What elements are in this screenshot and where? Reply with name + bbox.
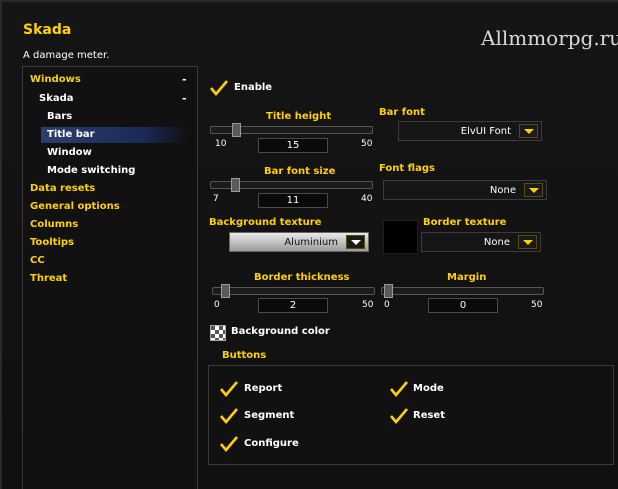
bar-font-dropdown[interactable]: ElvUI Font (398, 121, 542, 141)
tree-label: General options (30, 201, 120, 212)
tree-label: Skada (39, 93, 74, 104)
segment-label: Segment (244, 410, 295, 421)
checkmark-icon (390, 381, 408, 398)
tree-item-mode-switching[interactable]: Mode switching (47, 163, 187, 179)
dropdown-value: Aluminium (284, 237, 338, 248)
background-texture-dropdown[interactable]: Aluminium (229, 232, 369, 252)
font-flags-dropdown[interactable]: None (383, 180, 547, 200)
tree-label: CC (30, 255, 45, 266)
tree-label: Window (47, 147, 92, 158)
slider-thumb[interactable] (231, 178, 241, 192)
bar-font-size-input[interactable]: 11 (258, 193, 328, 208)
checkmark-icon (390, 408, 408, 425)
bar-font-label: Bar font (379, 107, 425, 118)
tree-item-window[interactable]: Window (47, 145, 187, 161)
dropdown-arrow-icon[interactable] (524, 183, 543, 197)
slider-min: 7 (213, 194, 219, 204)
tree-item-columns[interactable]: Columns (30, 217, 190, 233)
tree-label: Columns (30, 219, 79, 230)
dropdown-arrow-icon[interactable] (518, 235, 537, 249)
background-color-label: Background color (231, 326, 330, 337)
configure-checkbox[interactable] (220, 436, 238, 453)
dropdown-value: ElvUI Font (460, 126, 511, 137)
dropdown-value: None (489, 185, 516, 196)
border-thickness-slider[interactable] (212, 284, 375, 298)
background-color-swatch[interactable] (210, 325, 226, 341)
options-tree: Windows - Skada - Bars Title bar Window … (22, 66, 198, 489)
border-thickness-input[interactable]: 2 (258, 298, 328, 313)
mode-label: Mode (413, 383, 444, 394)
slider-thumb[interactable] (384, 284, 393, 298)
segment-checkbox[interactable] (220, 408, 238, 425)
checkmark-icon (220, 408, 238, 425)
border-texture-dropdown[interactable]: None (421, 232, 541, 252)
slider-min: 10 (215, 139, 227, 149)
configure-label: Configure (244, 438, 299, 449)
bar-font-size-label: Bar font size (264, 166, 336, 177)
slider-min: 0 (214, 300, 220, 310)
tree-label: Threat (30, 273, 68, 284)
border-texture-label: Border texture (423, 217, 507, 228)
reset-label: Reset (413, 410, 445, 421)
tree-item-skada[interactable]: Skada (39, 91, 189, 107)
collapse-windows-icon[interactable]: - (182, 73, 187, 86)
border-thickness-label: Border thickness (254, 272, 350, 283)
tree-item-title-bar[interactable]: Title bar (41, 127, 187, 143)
slider-max: 50 (362, 300, 374, 310)
enable-checkbox[interactable] (210, 80, 228, 97)
background-texture-label: Background texture (209, 217, 322, 228)
title-height-label: Title height (266, 111, 332, 122)
addon-title: Skada (23, 22, 72, 38)
dropdown-arrow-icon[interactable] (519, 124, 538, 138)
watermark: Allmmorpg.ru (481, 26, 618, 50)
tree-label: Bars (47, 111, 73, 122)
tree-label: Title bar (47, 129, 95, 140)
tree-item-bars[interactable]: Bars (47, 109, 187, 125)
checkmark-icon (220, 436, 238, 453)
slider-min: 0 (384, 300, 390, 310)
slider-max: 50 (361, 139, 373, 149)
report-checkbox[interactable] (220, 381, 238, 398)
slider-thumb[interactable] (221, 284, 230, 298)
options-frame: Skada A damage meter. Allmmorpg.ru Windo… (0, 0, 618, 489)
dropdown-arrow-icon[interactable] (346, 235, 365, 249)
tree-label: Mode switching (47, 165, 136, 176)
title-height-slider[interactable] (210, 123, 373, 137)
slider-max: 50 (531, 300, 543, 310)
report-label: Report (244, 383, 283, 394)
tree-label: Tooltips (30, 237, 74, 248)
border-texture-preview (383, 220, 418, 254)
tree-item-windows[interactable]: Windows (30, 72, 190, 88)
margin-input[interactable]: 0 (428, 298, 498, 313)
tree-label: Data resets (30, 183, 96, 194)
slider-max: 40 (361, 194, 373, 204)
checkmark-icon (210, 80, 228, 97)
margin-label: Margin (447, 272, 487, 283)
dropdown-value: None (483, 237, 510, 248)
tree-item-tooltips[interactable]: Tooltips (30, 235, 190, 251)
addon-subtitle: A damage meter. (23, 50, 110, 61)
margin-slider[interactable] (381, 284, 544, 298)
tree-label: Windows (30, 74, 81, 85)
collapse-skada-icon[interactable]: - (182, 92, 187, 105)
tree-item-threat[interactable]: Threat (30, 271, 190, 287)
reset-checkbox[interactable] (390, 408, 408, 425)
tree-item-cc[interactable]: CC (30, 253, 190, 269)
mode-checkbox[interactable] (390, 381, 408, 398)
enable-label: Enable (234, 82, 273, 93)
slider-thumb[interactable] (231, 123, 241, 137)
title-height-input[interactable]: 15 (258, 138, 328, 153)
bar-font-size-slider[interactable] (210, 178, 373, 192)
buttons-group-title: Buttons (222, 350, 267, 361)
font-flags-label: Font flags (379, 163, 435, 174)
checkmark-icon (220, 381, 238, 398)
tree-item-general-options[interactable]: General options (30, 199, 190, 215)
tree-item-data-resets[interactable]: Data resets (30, 181, 190, 197)
